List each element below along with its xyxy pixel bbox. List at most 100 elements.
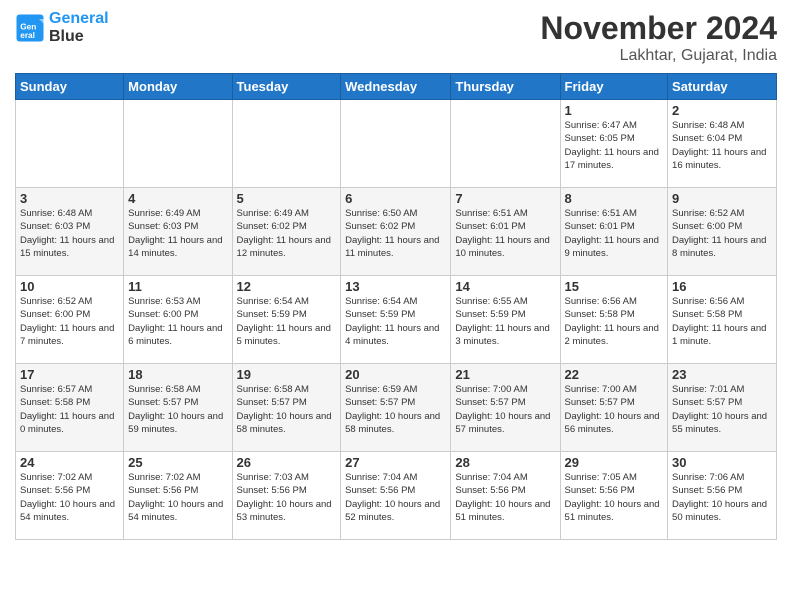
calendar-cell: 20Sunrise: 6:59 AM Sunset: 5:57 PM Dayli…: [341, 364, 451, 452]
day-info: Sunrise: 7:02 AM Sunset: 5:56 PM Dayligh…: [20, 471, 119, 524]
day-number: 28: [455, 455, 555, 470]
calendar-week-row: 24Sunrise: 7:02 AM Sunset: 5:56 PM Dayli…: [16, 452, 777, 540]
calendar-cell: 11Sunrise: 6:53 AM Sunset: 6:00 PM Dayli…: [124, 276, 232, 364]
weekday-header: Tuesday: [232, 74, 341, 100]
day-number: 25: [128, 455, 227, 470]
day-number: 2: [672, 103, 772, 118]
day-number: 10: [20, 279, 119, 294]
calendar-cell: 27Sunrise: 7:04 AM Sunset: 5:56 PM Dayli…: [341, 452, 451, 540]
day-number: 7: [455, 191, 555, 206]
calendar-cell: 14Sunrise: 6:55 AM Sunset: 5:59 PM Dayli…: [451, 276, 560, 364]
day-number: 13: [345, 279, 446, 294]
calendar-cell: 15Sunrise: 6:56 AM Sunset: 5:58 PM Dayli…: [560, 276, 668, 364]
day-info: Sunrise: 6:56 AM Sunset: 5:58 PM Dayligh…: [565, 295, 664, 348]
calendar-cell: 1Sunrise: 6:47 AM Sunset: 6:05 PM Daylig…: [560, 100, 668, 188]
day-number: 15: [565, 279, 664, 294]
main-container: Gen eral General Blue November 2024 Lakh…: [0, 0, 792, 550]
day-number: 21: [455, 367, 555, 382]
calendar-week-row: 3Sunrise: 6:48 AM Sunset: 6:03 PM Daylig…: [16, 188, 777, 276]
day-number: 26: [237, 455, 337, 470]
calendar-cell: 2Sunrise: 6:48 AM Sunset: 6:04 PM Daylig…: [668, 100, 777, 188]
day-info: Sunrise: 6:53 AM Sunset: 6:00 PM Dayligh…: [128, 295, 227, 348]
calendar-cell: 4Sunrise: 6:49 AM Sunset: 6:03 PM Daylig…: [124, 188, 232, 276]
day-info: Sunrise: 7:06 AM Sunset: 5:56 PM Dayligh…: [672, 471, 772, 524]
day-number: 19: [237, 367, 337, 382]
calendar-header-row: SundayMondayTuesdayWednesdayThursdayFrid…: [16, 74, 777, 100]
day-info: Sunrise: 6:56 AM Sunset: 5:58 PM Dayligh…: [672, 295, 772, 348]
day-number: 18: [128, 367, 227, 382]
day-info: Sunrise: 6:57 AM Sunset: 5:58 PM Dayligh…: [20, 383, 119, 436]
calendar-cell: 21Sunrise: 7:00 AM Sunset: 5:57 PM Dayli…: [451, 364, 560, 452]
calendar-cell: 29Sunrise: 7:05 AM Sunset: 5:56 PM Dayli…: [560, 452, 668, 540]
calendar-week-row: 17Sunrise: 6:57 AM Sunset: 5:58 PM Dayli…: [16, 364, 777, 452]
calendar-cell: 5Sunrise: 6:49 AM Sunset: 6:02 PM Daylig…: [232, 188, 341, 276]
weekday-header: Saturday: [668, 74, 777, 100]
day-info: Sunrise: 7:02 AM Sunset: 5:56 PM Dayligh…: [128, 471, 227, 524]
day-info: Sunrise: 6:47 AM Sunset: 6:05 PM Dayligh…: [565, 119, 664, 172]
svg-text:eral: eral: [20, 30, 35, 39]
day-number: 16: [672, 279, 772, 294]
day-number: 20: [345, 367, 446, 382]
day-info: Sunrise: 7:04 AM Sunset: 5:56 PM Dayligh…: [345, 471, 446, 524]
day-info: Sunrise: 6:52 AM Sunset: 6:00 PM Dayligh…: [672, 207, 772, 260]
day-number: 30: [672, 455, 772, 470]
calendar-cell: 17Sunrise: 6:57 AM Sunset: 5:58 PM Dayli…: [16, 364, 124, 452]
day-info: Sunrise: 6:49 AM Sunset: 6:02 PM Dayligh…: [237, 207, 337, 260]
logo-blue: Blue: [49, 28, 84, 45]
logo-general: General: [49, 10, 109, 27]
calendar-cell: 22Sunrise: 7:00 AM Sunset: 5:57 PM Dayli…: [560, 364, 668, 452]
calendar-cell: 13Sunrise: 6:54 AM Sunset: 5:59 PM Dayli…: [341, 276, 451, 364]
day-number: 17: [20, 367, 119, 382]
day-info: Sunrise: 7:00 AM Sunset: 5:57 PM Dayligh…: [565, 383, 664, 436]
day-number: 27: [345, 455, 446, 470]
logo-icon: Gen eral: [15, 13, 45, 43]
calendar-cell: 6Sunrise: 6:50 AM Sunset: 6:02 PM Daylig…: [341, 188, 451, 276]
calendar-cell: [232, 100, 341, 188]
calendar-cell: 23Sunrise: 7:01 AM Sunset: 5:57 PM Dayli…: [668, 364, 777, 452]
day-info: Sunrise: 6:58 AM Sunset: 5:57 PM Dayligh…: [128, 383, 227, 436]
day-info: Sunrise: 6:55 AM Sunset: 5:59 PM Dayligh…: [455, 295, 555, 348]
weekday-header: Monday: [124, 74, 232, 100]
day-number: 12: [237, 279, 337, 294]
day-info: Sunrise: 7:00 AM Sunset: 5:57 PM Dayligh…: [455, 383, 555, 436]
day-number: 14: [455, 279, 555, 294]
day-number: 8: [565, 191, 664, 206]
day-info: Sunrise: 6:54 AM Sunset: 5:59 PM Dayligh…: [237, 295, 337, 348]
day-info: Sunrise: 6:59 AM Sunset: 5:57 PM Dayligh…: [345, 383, 446, 436]
weekday-header: Friday: [560, 74, 668, 100]
calendar-cell: [451, 100, 560, 188]
day-number: 1: [565, 103, 664, 118]
title-section: November 2024 Lakhtar, Gujarat, India: [540, 10, 777, 65]
day-info: Sunrise: 7:03 AM Sunset: 5:56 PM Dayligh…: [237, 471, 337, 524]
day-info: Sunrise: 7:04 AM Sunset: 5:56 PM Dayligh…: [455, 471, 555, 524]
weekday-header: Wednesday: [341, 74, 451, 100]
calendar-cell: 3Sunrise: 6:48 AM Sunset: 6:03 PM Daylig…: [16, 188, 124, 276]
weekday-header: Sunday: [16, 74, 124, 100]
calendar-cell: [16, 100, 124, 188]
day-info: Sunrise: 6:58 AM Sunset: 5:57 PM Dayligh…: [237, 383, 337, 436]
day-number: 11: [128, 279, 227, 294]
day-number: 6: [345, 191, 446, 206]
day-number: 29: [565, 455, 664, 470]
day-info: Sunrise: 6:54 AM Sunset: 5:59 PM Dayligh…: [345, 295, 446, 348]
day-info: Sunrise: 7:01 AM Sunset: 5:57 PM Dayligh…: [672, 383, 772, 436]
calendar-week-row: 10Sunrise: 6:52 AM Sunset: 6:00 PM Dayli…: [16, 276, 777, 364]
day-info: Sunrise: 6:48 AM Sunset: 6:03 PM Dayligh…: [20, 207, 119, 260]
day-info: Sunrise: 6:51 AM Sunset: 6:01 PM Dayligh…: [565, 207, 664, 260]
day-number: 24: [20, 455, 119, 470]
calendar-cell: 7Sunrise: 6:51 AM Sunset: 6:01 PM Daylig…: [451, 188, 560, 276]
weekday-header: Thursday: [451, 74, 560, 100]
calendar-cell: 19Sunrise: 6:58 AM Sunset: 5:57 PM Dayli…: [232, 364, 341, 452]
page-header: Gen eral General Blue November 2024 Lakh…: [15, 10, 777, 65]
day-number: 3: [20, 191, 119, 206]
calendar-cell: 12Sunrise: 6:54 AM Sunset: 5:59 PM Dayli…: [232, 276, 341, 364]
calendar-cell: 28Sunrise: 7:04 AM Sunset: 5:56 PM Dayli…: [451, 452, 560, 540]
calendar-week-row: 1Sunrise: 6:47 AM Sunset: 6:05 PM Daylig…: [16, 100, 777, 188]
day-number: 4: [128, 191, 227, 206]
logo: Gen eral General Blue: [15, 10, 109, 45]
day-info: Sunrise: 6:48 AM Sunset: 6:04 PM Dayligh…: [672, 119, 772, 172]
day-info: Sunrise: 6:49 AM Sunset: 6:03 PM Dayligh…: [128, 207, 227, 260]
calendar-cell: [124, 100, 232, 188]
day-info: Sunrise: 6:52 AM Sunset: 6:00 PM Dayligh…: [20, 295, 119, 348]
calendar-cell: 24Sunrise: 7:02 AM Sunset: 5:56 PM Dayli…: [16, 452, 124, 540]
